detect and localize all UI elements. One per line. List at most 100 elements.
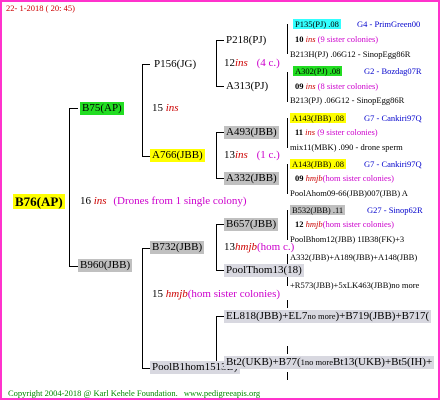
- gen3-d2-queen[interactable]: Bt2(UKB)+B77(1no moreBt13(UKB)+Bt5(IH)+: [224, 356, 435, 369]
- gen4-year: 09: [295, 173, 304, 183]
- gen1-bottom-note: (hom sister colonies): [187, 288, 281, 300]
- gen4-ins: hmjb: [305, 173, 323, 183]
- tree-line: [287, 346, 288, 354]
- gen3-c2-name: PoolThom13(: [226, 264, 288, 276]
- gen2-c-note: (hom c.): [257, 241, 295, 253]
- tree-line: [142, 368, 150, 369]
- gen2-b-note: (1 c.): [256, 149, 280, 161]
- tree-line: [216, 132, 224, 133]
- tree-line: [287, 118, 288, 148]
- gen4-ins: hmjb: [305, 219, 323, 229]
- gen4-year-line: 09 hmjb(hom sister colonies): [295, 173, 394, 183]
- tree-line: [69, 108, 78, 109]
- tree-line: [287, 72, 288, 102]
- root-queen[interactable]: B76(AP): [13, 194, 65, 209]
- gen4-note: (9 sister colonies): [317, 127, 378, 137]
- gen2-a-info: 12ins (4 c.): [224, 57, 280, 70]
- footer-url[interactable]: www.pedigreeapis.org: [184, 388, 260, 398]
- gen4-ins: ins: [305, 127, 316, 137]
- root-info: 16 ins (Drones from 1 single colony): [80, 195, 247, 208]
- gen3-b2-queen[interactable]: A332(JBB): [224, 172, 279, 185]
- gen4-info: G27 - Sinop62R: [367, 205, 423, 215]
- pedigree-frame: 22- 1-2018 ( 20: 45) B76(AP) 16 ins (Dro…: [0, 0, 440, 400]
- gen4-year: 09: [295, 81, 304, 91]
- gen4-note: (9 sister colonies): [317, 34, 379, 44]
- gen4-queen[interactable]: A143(JBB) .08: [290, 159, 346, 169]
- gen2-a-year: 12: [224, 57, 235, 69]
- tree-line: [216, 224, 217, 270]
- tree-line: [216, 178, 224, 179]
- gen3-d1-name: EL818(JBB)+EL7: [226, 310, 308, 322]
- gen3-d2-rest: Bt13(UKB)+Bt5(IH)+: [333, 356, 433, 368]
- tree-line: [216, 316, 217, 362]
- gen4-sub: B213H(PJ) .06G12 - SinopEgg86R: [290, 49, 411, 59]
- tree-line: [216, 86, 224, 87]
- gen4-queen[interactable]: B532(JBB) .11: [290, 205, 346, 215]
- gen4-sub: PoolBhom12(JBB) 1IB38(FK)+3: [290, 234, 405, 244]
- tree-line: [287, 164, 288, 194]
- gen4-sub: B213(PJ) .06G12 - SinopEgg86R: [290, 95, 405, 105]
- gen4-info: G4 - PrimGreen00: [357, 19, 421, 29]
- gen3-d2-name: Bt2(UKB)+B77(: [226, 356, 301, 368]
- gen4-note: (hom sister colonies): [322, 219, 394, 229]
- tree-line: [142, 64, 143, 156]
- gen2-a-note: (4 c.): [256, 57, 280, 69]
- tree-line: [287, 372, 288, 380]
- footer-copyright-text: Copyright 2004-2018 @ Karl Kehele Founda…: [8, 388, 178, 398]
- tree-line: [216, 40, 224, 41]
- gen4-sub: mix11(MBK) .090 - drone sperm: [290, 142, 403, 152]
- gen3-a1-queen[interactable]: P218(PJ): [226, 34, 266, 47]
- gen3-c2-suffix: 18): [287, 264, 302, 276]
- gen2-c-ins: hmjb: [235, 241, 257, 253]
- gen1-top-info: 15 ins: [152, 102, 179, 115]
- gen3-d2-nomore: 1no more: [300, 357, 333, 367]
- gen3-c2-queen[interactable]: PoolThom13(18): [224, 264, 304, 277]
- footer-copyright: Copyright 2004-2018 @ Karl Kehele Founda…: [8, 388, 260, 398]
- root-year: 16: [80, 195, 91, 207]
- tree-line: [142, 248, 150, 249]
- gen3-a2-queen[interactable]: A313(PJ): [226, 80, 268, 93]
- header-date: 22- 1-2018 ( 20: 45): [6, 3, 75, 13]
- gen1-bottom-ins: hmjb: [165, 288, 188, 300]
- gen2-b-info: 13ins (1 c.): [224, 149, 280, 162]
- gen2-a-queen[interactable]: P156(JG): [154, 58, 196, 71]
- gen3-b1-queen[interactable]: A493(JBB): [224, 126, 279, 139]
- tree-line: [69, 108, 70, 266]
- gen2-b-year: 13: [224, 149, 235, 161]
- gen3-d1-queen[interactable]: EL818(JBB)+EL7no more)+B719(JBB)+B717(: [224, 310, 432, 323]
- tree-line: [216, 40, 217, 86]
- gen4-info: G2 - Bozdag07R: [364, 66, 422, 76]
- gen2-b-queen[interactable]: A766(JBB): [150, 149, 205, 162]
- gen1-top-year: 15: [152, 102, 163, 114]
- gen4-queen[interactable]: A143(JBB) .08: [290, 113, 346, 123]
- gen1-bottom-info: 15 hmjb(hom sister colonies): [152, 288, 280, 301]
- gen2-c-info: 13hmjb(hom c.): [224, 241, 294, 254]
- gen2-b-ins: ins: [235, 149, 248, 161]
- tree-line: [142, 64, 150, 65]
- gen1-top-queen[interactable]: B75(AP): [80, 102, 124, 115]
- gen4-year-line: 10 ins (9 sister colonies): [295, 34, 378, 44]
- gen2-c-year: 13: [224, 241, 235, 253]
- gen4-ins: ins: [305, 81, 316, 91]
- tree-line: [216, 270, 224, 271]
- gen3-c1-queen[interactable]: B657(JBB): [224, 218, 279, 231]
- gen4-queen[interactable]: A302(PJ) .08: [293, 66, 343, 76]
- gen2-c-queen[interactable]: B732(JBB): [150, 241, 205, 254]
- gen4-year-line: 11 ins (9 sister colonies): [295, 127, 378, 137]
- gen4-sub: +R573(JBB)+5xLK463(JBB)no more: [290, 280, 420, 290]
- gen4-info: G7 - Cankiri97Q: [364, 159, 422, 169]
- tree-line: [142, 248, 143, 368]
- gen4-sub: PoolAhom09-66(JBB)007(JBB) A: [290, 188, 408, 198]
- gen3-d1-rest: )+B719(JBB)+B717(: [335, 310, 430, 322]
- gen2-d-name: PoolB1hom15: [152, 361, 216, 373]
- gen4-year-line: 12 hmjb(hom sister colonies): [295, 219, 394, 229]
- gen4-note: (hom sister colonies): [322, 173, 394, 183]
- gen1-bottom-queen[interactable]: B960(JBB): [78, 259, 133, 272]
- root-ins: ins: [93, 195, 107, 207]
- tree-line: [216, 316, 224, 317]
- tree-line: [142, 156, 150, 157]
- gen4-ins: ins: [305, 34, 316, 44]
- gen4-queen[interactable]: P135(PJ) .08: [293, 19, 341, 29]
- gen4-year: 10: [295, 34, 304, 44]
- tree-line: [287, 210, 288, 240]
